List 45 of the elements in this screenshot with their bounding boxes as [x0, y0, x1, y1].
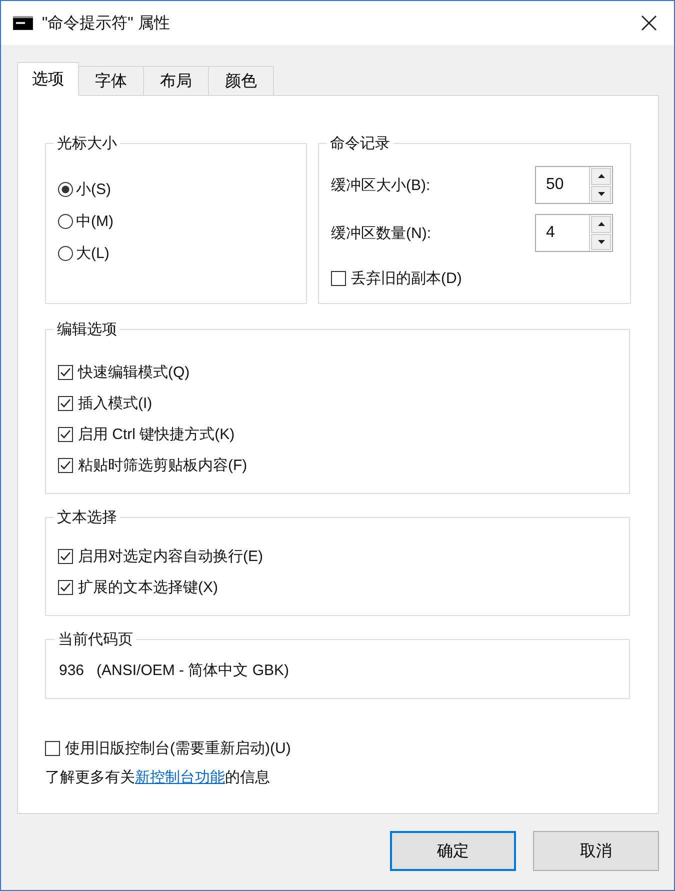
- radio-button[interactable]: [58, 182, 73, 196]
- group-title: 编辑选项: [56, 320, 118, 339]
- code-page-value: 936 (ANSI/OEM - 简体中文 GBK): [59, 661, 290, 680]
- check-icon: [60, 429, 71, 440]
- checkbox-label: 快速编辑模式(Q): [78, 363, 190, 382]
- check-icon: [60, 551, 71, 562]
- checkbox-label: 扩展的文本选择键(X): [78, 578, 218, 597]
- group-title: 命令记录: [329, 134, 391, 153]
- window-title: "命令提示符" 属性: [42, 14, 171, 34]
- close-icon: [641, 15, 657, 31]
- field-label: 缓冲区数量(N):: [331, 224, 431, 242]
- checkbox-label: 使用旧版控制台(需要重新启动)(U): [65, 739, 291, 758]
- checkbox[interactable]: [331, 271, 346, 286]
- dialog-button[interactable]: 取消: [533, 831, 659, 871]
- radio-label: 中(M): [76, 212, 114, 230]
- checkbox-label: 启用对选定内容自动换行(E): [78, 547, 263, 566]
- field-label: 缓冲区大小(B):: [331, 176, 430, 194]
- checkbox[interactable]: [58, 365, 73, 380]
- info-text: 了解更多有关新控制台功能的信息: [45, 768, 271, 787]
- dialog-button[interactable]: 确定: [390, 831, 516, 871]
- tab[interactable]: 颜色: [208, 66, 274, 96]
- checkbox-label: 粘贴时筛选剪贴板内容(F): [78, 456, 248, 475]
- checkbox[interactable]: [45, 741, 60, 756]
- check-icon: [60, 367, 71, 378]
- checkbox[interactable]: [58, 458, 73, 473]
- checkbox[interactable]: [58, 549, 73, 564]
- checkbox[interactable]: [58, 396, 73, 411]
- checkbox-label: 丢弃旧的副本(D): [351, 269, 462, 288]
- radio-button[interactable]: [58, 214, 73, 228]
- tab[interactable]: 选项: [17, 62, 79, 96]
- checkbox[interactable]: [58, 427, 73, 442]
- console-icon: [13, 16, 33, 30]
- link[interactable]: 新控制台功能: [135, 769, 225, 786]
- group-title: 光标大小: [56, 134, 118, 153]
- radio-button[interactable]: [58, 246, 73, 260]
- checkbox[interactable]: [58, 580, 73, 595]
- check-icon: [60, 460, 71, 471]
- radio-label: 大(L): [76, 244, 110, 262]
- checkbox-label: 插入模式(I): [78, 394, 152, 413]
- checkbox-label: 启用 Ctrl 键快捷方式(K): [78, 425, 235, 444]
- group-title: 当前代码页: [57, 630, 134, 649]
- group-title: 文本选择: [56, 508, 118, 527]
- check-icon: [60, 582, 71, 593]
- check-icon: [60, 398, 71, 409]
- radio-label: 小(S): [76, 180, 111, 198]
